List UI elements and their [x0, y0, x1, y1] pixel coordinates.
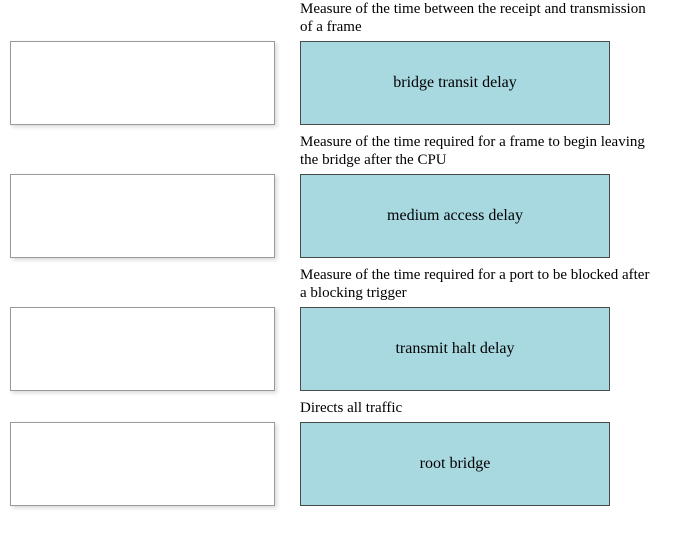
definition-text-1: Measure of the time between the receipt …	[300, 0, 650, 38]
term-label: root bridge	[420, 455, 491, 473]
definition-text-2: Measure of the time required for a frame…	[300, 133, 650, 171]
definition-text-3: Measure of the time required for a port …	[300, 266, 650, 304]
term-box-medium-access-delay[interactable]: medium access delay	[300, 174, 610, 258]
term-box-root-bridge[interactable]: root bridge	[300, 422, 610, 506]
drop-zone-2[interactable]	[10, 174, 275, 258]
term-box-transmit-halt-delay[interactable]: transmit halt delay	[300, 307, 610, 391]
term-label: medium access delay	[387, 207, 523, 225]
term-box-bridge-transit-delay[interactable]: bridge transit delay	[300, 41, 610, 125]
drop-zone-3[interactable]	[10, 307, 275, 391]
term-label: transmit halt delay	[395, 340, 514, 358]
drop-zone-1[interactable]	[10, 41, 275, 125]
definition-text-4: Directs all traffic	[300, 399, 650, 419]
term-label: bridge transit delay	[393, 74, 517, 92]
drop-zone-4[interactable]	[10, 422, 275, 506]
